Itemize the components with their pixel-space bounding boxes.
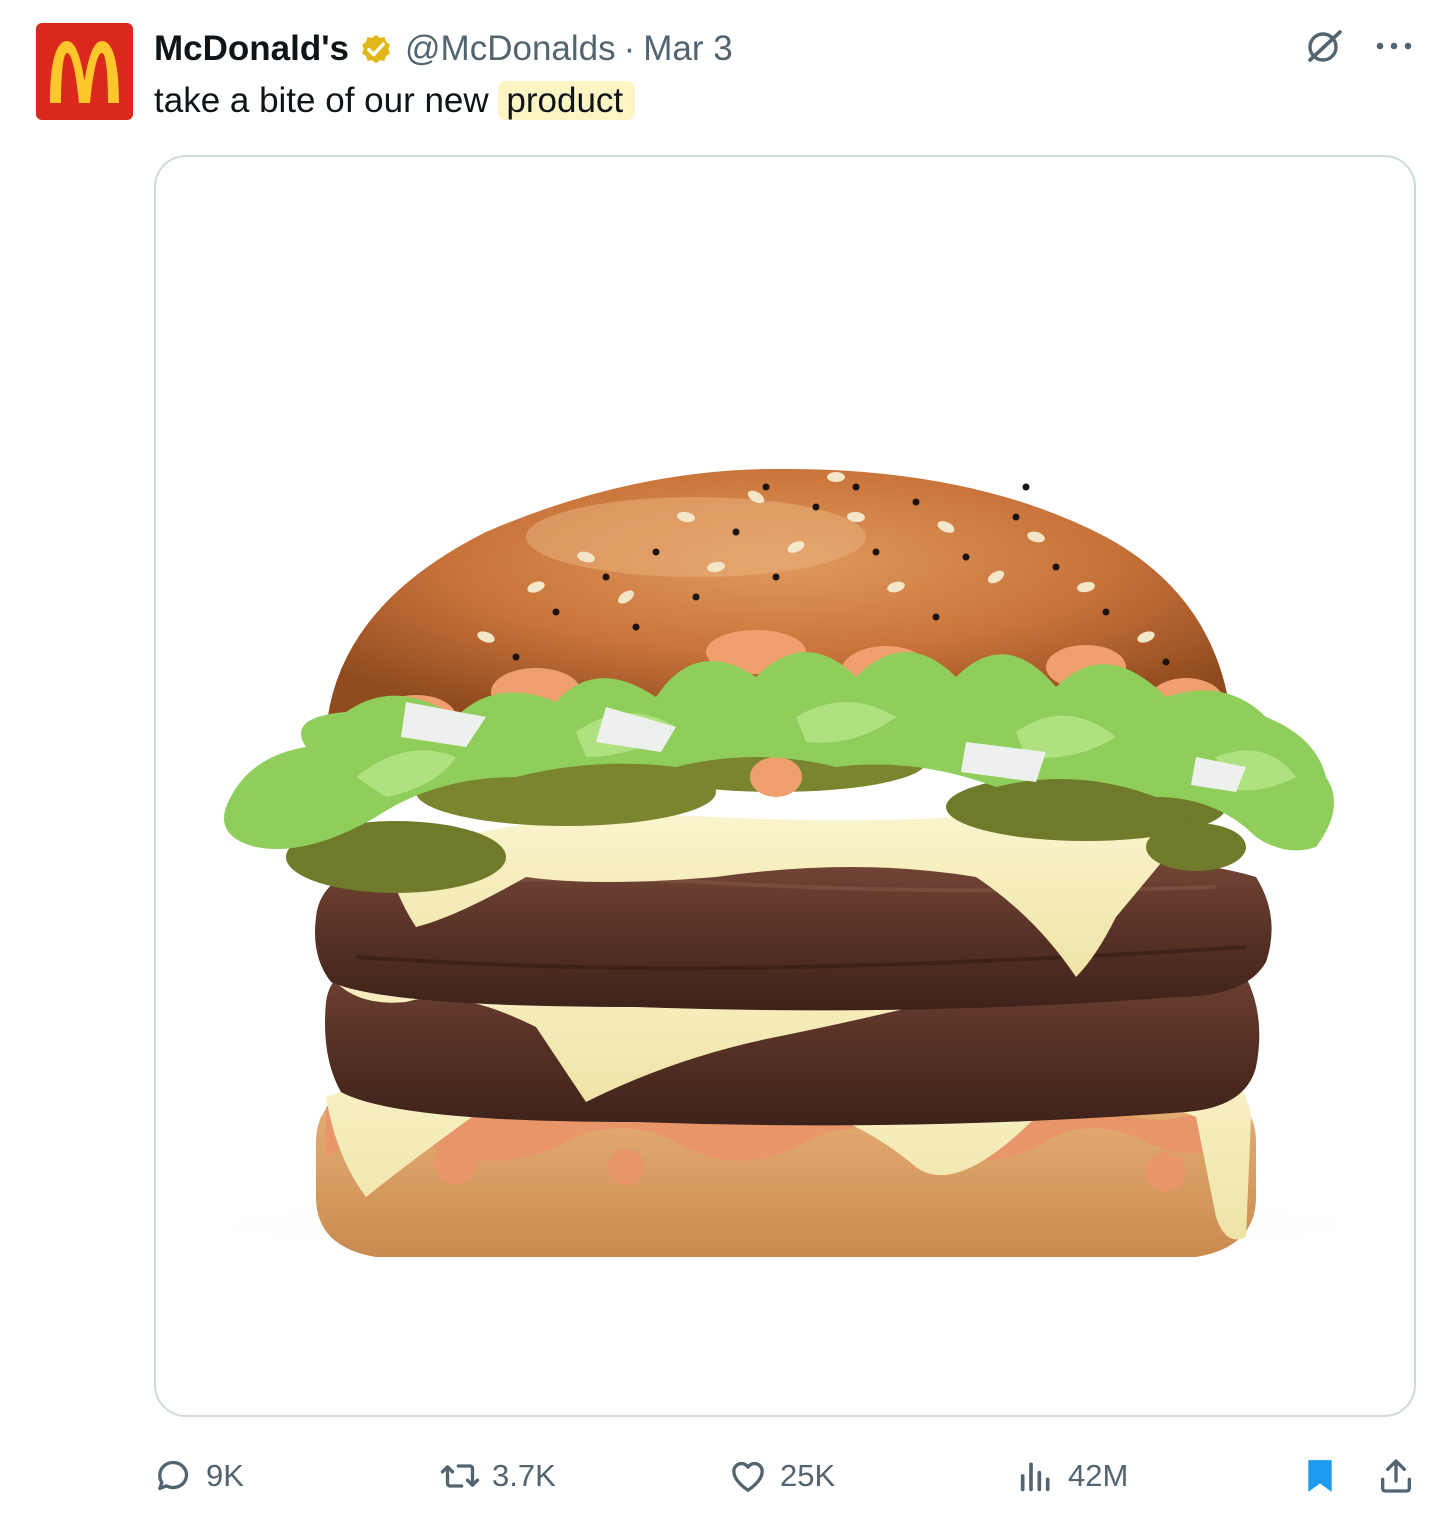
- author-name[interactable]: McDonald's: [154, 29, 349, 69]
- repost-count: 3.7K: [492, 1458, 556, 1493]
- verified-badge-icon[interactable]: [357, 30, 395, 68]
- share-button[interactable]: [1376, 1448, 1416, 1504]
- author-handle[interactable]: @McDonalds: [405, 29, 616, 69]
- repost-icon: [440, 1464, 480, 1488]
- tweet-text-plain: take a bite of our new: [154, 81, 489, 120]
- views-count: 42M: [1068, 1458, 1129, 1493]
- grok-icon[interactable]: [1300, 22, 1348, 70]
- burger-photo: [166, 468, 1406, 1259]
- reply-button[interactable]: 9K: [154, 1448, 244, 1504]
- reply-icon: [158, 1460, 189, 1491]
- reply-count: 9K: [206, 1458, 244, 1493]
- tweet-header: McDonald's @McDonalds · Mar 3: [154, 24, 733, 74]
- like-count: 25K: [780, 1458, 836, 1493]
- like-button[interactable]: 25K: [728, 1448, 835, 1504]
- like-icon: [732, 1461, 764, 1492]
- tweet-actions: 9K 3.7K 25K 42M: [154, 1448, 1416, 1504]
- views-icon: [1020, 1462, 1050, 1492]
- tweet-text-highlight: product: [498, 81, 636, 120]
- bookmark-button[interactable]: [1300, 1448, 1340, 1504]
- bookmark-icon: [1308, 1460, 1332, 1492]
- share-icon: [1381, 1459, 1411, 1493]
- tweet-text: take a bite of our new product: [154, 76, 636, 126]
- tweet-date[interactable]: Mar 3: [643, 29, 732, 69]
- more-icon[interactable]: [1370, 22, 1418, 70]
- separator-dot: ·: [623, 29, 636, 68]
- tweet-top-actions: [1300, 22, 1418, 70]
- mcdonalds-golden-arches-logo: [50, 41, 119, 103]
- repost-button[interactable]: 3.7K: [440, 1448, 556, 1504]
- avatar[interactable]: [36, 23, 133, 120]
- views-button[interactable]: 42M: [1016, 1448, 1128, 1504]
- tweet-media[interactable]: [154, 155, 1416, 1417]
